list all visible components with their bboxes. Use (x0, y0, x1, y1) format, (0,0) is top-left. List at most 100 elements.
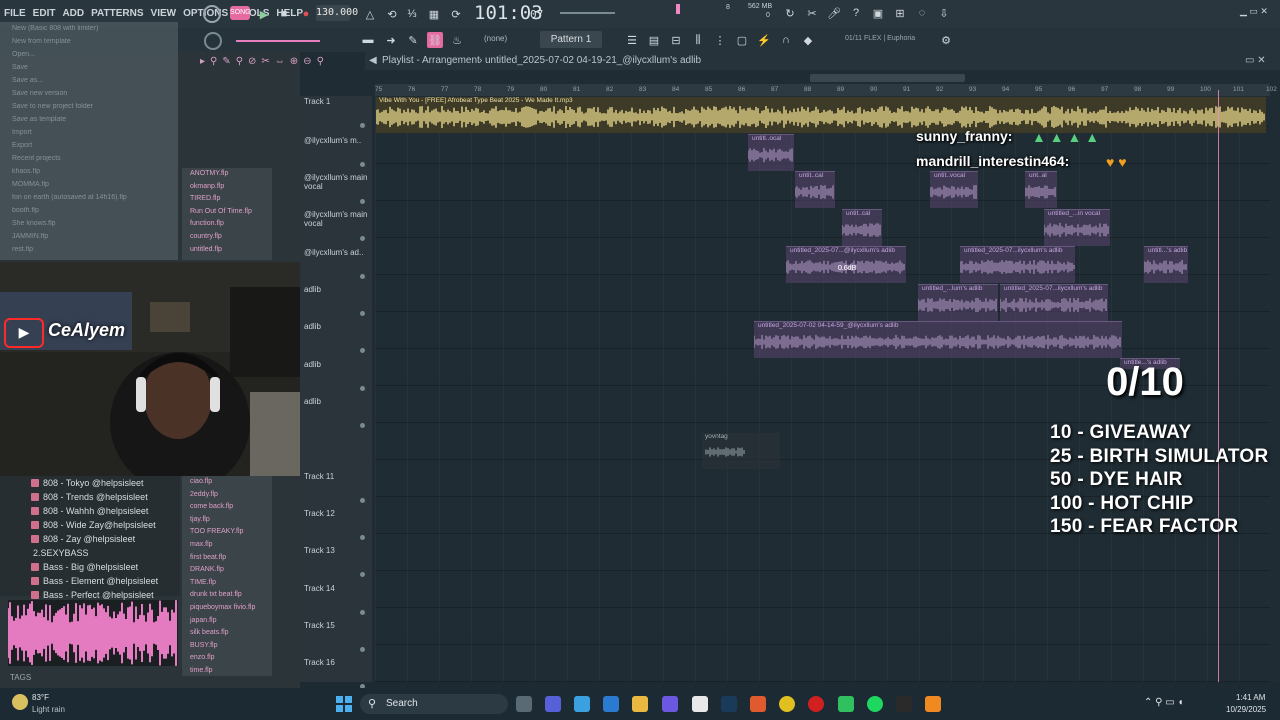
beat-audio-clip[interactable]: Vibe With You - [FREE] Afrobeat Type Bea… (376, 97, 1266, 133)
copilot-icon[interactable] (574, 696, 590, 712)
mixer-view-icon[interactable]: ⫼ (690, 32, 706, 48)
step-edit-icon[interactable]: ▦ (426, 6, 442, 22)
recent-file[interactable]: TIRED.flp (182, 193, 272, 206)
menu-file[interactable]: FILE (4, 8, 26, 19)
recent-file[interactable]: Run Out Of Time.flp (182, 206, 272, 219)
browser-item[interactable]: 808 - Trends @helpsisleet (0, 490, 180, 504)
teams-icon[interactable] (545, 696, 561, 712)
horizontal-scrollbar[interactable] (810, 74, 965, 82)
browser-toggle-icon[interactable]: ▬ (360, 32, 376, 48)
master-volume-slider[interactable] (236, 40, 320, 42)
wait-input-icon[interactable]: ⟲ (384, 6, 400, 22)
file-menu-item[interactable]: New (Basic 808 with limiter) (0, 22, 178, 35)
stop-button[interactable]: ■ (276, 6, 292, 22)
file-menu-item[interactable]: Save as template (0, 113, 178, 126)
spotify-icon[interactable] (867, 696, 883, 712)
file-menu-item[interactable]: khaos.flp (0, 165, 178, 178)
stamp-icon[interactable]: ♨ (449, 32, 465, 48)
discord-icon[interactable] (662, 696, 678, 712)
file-menu-item[interactable]: She knows.flp (0, 217, 178, 230)
track-header-12[interactable]: Track 13 (300, 546, 376, 555)
vocal-clip[interactable]: untit..cal (795, 171, 835, 208)
mixer-icon[interactable]: ⊞ (892, 5, 908, 21)
file-menu-item[interactable]: New from template (0, 35, 178, 48)
paint-icon[interactable]: ◆ (800, 32, 816, 48)
help-icon[interactable]: ? (848, 5, 864, 21)
track-header-3[interactable]: @ilycxllum's main vocal (300, 173, 376, 191)
countdown-icon[interactable]: ⅓ (404, 6, 420, 22)
magnet-icon[interactable]: ∩ (778, 32, 794, 48)
playlist-tools-icons[interactable]: ▸⚲✎⚲⊘✂⇔⊕⊖⚲ (200, 56, 329, 67)
vocal-clip[interactable]: untitled_2025-07...ilycxllum's adlib (1000, 284, 1108, 321)
master-pitch-knob[interactable] (204, 32, 222, 50)
tempo-display[interactable]: 130.000 (316, 5, 358, 21)
weather-temp[interactable]: 83°F (32, 693, 49, 702)
track-header-5[interactable]: @ilycxllum's ad.. (300, 248, 376, 257)
master-volume-knob[interactable] (203, 5, 221, 23)
track-header-8[interactable]: adlib (300, 360, 376, 369)
task-view-icon[interactable] (516, 696, 532, 712)
plug-icon[interactable]: ⚡ (756, 32, 772, 48)
recent-file[interactable]: piqueboymax fivio.flp (182, 602, 272, 615)
clock-date[interactable]: 10/29/2025 (1226, 705, 1266, 714)
browser-item[interactable]: Bass - Element @helpsisleet (0, 574, 180, 588)
file-menu-item[interactable]: Save as... (0, 74, 178, 87)
playlist-icon[interactable]: ☰ (624, 32, 640, 48)
track-mute-led[interactable] (360, 498, 365, 503)
track-mute-led[interactable] (360, 236, 365, 241)
weather-icon[interactable] (12, 694, 28, 710)
browser-item[interactable]: Bass - Big @helpsisleet (0, 560, 180, 574)
file-menu-item[interactable]: fon on earth (autosaved at 14h16).flp (0, 191, 178, 204)
brave-icon[interactable] (750, 696, 766, 712)
tools-icon[interactable]: ✂ (804, 5, 820, 21)
file-menu-item[interactable]: booth.flp (0, 204, 178, 217)
file-menu-item[interactable]: Recent projects (0, 152, 178, 165)
recent-file[interactable]: tjay.flp (182, 514, 272, 527)
track-mute-led[interactable] (360, 348, 365, 353)
window-controls[interactable]: ▁ ▭ ✕ (1240, 6, 1268, 17)
taskbar-search[interactable]: ⚲ Search (360, 694, 508, 714)
store-icon[interactable] (603, 696, 619, 712)
clock-time[interactable]: 1:41 AM (1236, 693, 1265, 702)
windows-start-icon[interactable] (336, 696, 352, 712)
browser-folder[interactable]: 2.SEXYBASS (0, 546, 180, 560)
recent-file[interactable]: ciao.flp (182, 476, 272, 489)
play-button[interactable]: ▶ (256, 6, 272, 22)
refresh-icon[interactable]: ↻ (782, 5, 798, 21)
arrow-icon[interactable]: ➜ (383, 32, 399, 48)
epic-games-icon[interactable] (896, 696, 912, 712)
recent-file[interactable]: enzo.flp (182, 652, 272, 665)
vocal-clip[interactable]: untitled_...lum's adlib (918, 284, 998, 321)
file-menu-item[interactable]: Open... (0, 48, 178, 61)
vocal-clip[interactable]: untitled_...in vocal (1044, 209, 1110, 246)
recent-file[interactable]: okmanp.flp (182, 181, 272, 194)
browser-item[interactable]: 808 - Tokyo @helpsisleet (0, 476, 180, 490)
recent-file[interactable]: drunk txt beat.flp (182, 589, 272, 602)
track-header-15[interactable]: Track 16 (300, 658, 376, 667)
settings-icon[interactable]: ⚙ (938, 32, 954, 48)
pattern-selector[interactable]: Pattern 1 (540, 31, 602, 48)
vocal-clip[interactable]: untit..vocal (930, 171, 978, 208)
download-icon[interactable]: ⇩ (936, 5, 952, 21)
vocal-clip[interactable]: unt..al (1025, 171, 1057, 208)
track-header-11[interactable]: Track 12 (300, 509, 376, 518)
track-mute-led[interactable] (360, 610, 365, 615)
track-mute-led[interactable] (360, 535, 365, 540)
recent-file[interactable]: function.flp (182, 218, 272, 231)
recent-file[interactable]: silk beats.flp (182, 627, 272, 640)
link-icon[interactable]: ⛓ (427, 32, 443, 48)
menu-view[interactable]: VIEW (151, 8, 177, 19)
track-mute-led[interactable] (360, 647, 365, 652)
snap-select[interactable]: (none) (484, 34, 507, 43)
file-menu-item[interactable]: JAMMIN.flp (0, 230, 178, 243)
browser-icon[interactable]: ▢ (734, 32, 750, 48)
recent-file[interactable]: 2eddy.flp (182, 489, 272, 502)
chat-icon[interactable]: ◌ (914, 5, 930, 21)
menu-edit[interactable]: EDIT (33, 8, 56, 19)
browser-item[interactable]: 808 - Zay @helpsisleet (0, 532, 180, 546)
track-mute-led[interactable] (360, 162, 365, 167)
track-mute-led[interactable] (360, 123, 365, 128)
track-mute-led[interactable] (360, 572, 365, 577)
playlist-window-controls[interactable]: ▭ ✕ (1245, 55, 1266, 66)
recent-file[interactable]: untitled.flp (182, 244, 272, 257)
